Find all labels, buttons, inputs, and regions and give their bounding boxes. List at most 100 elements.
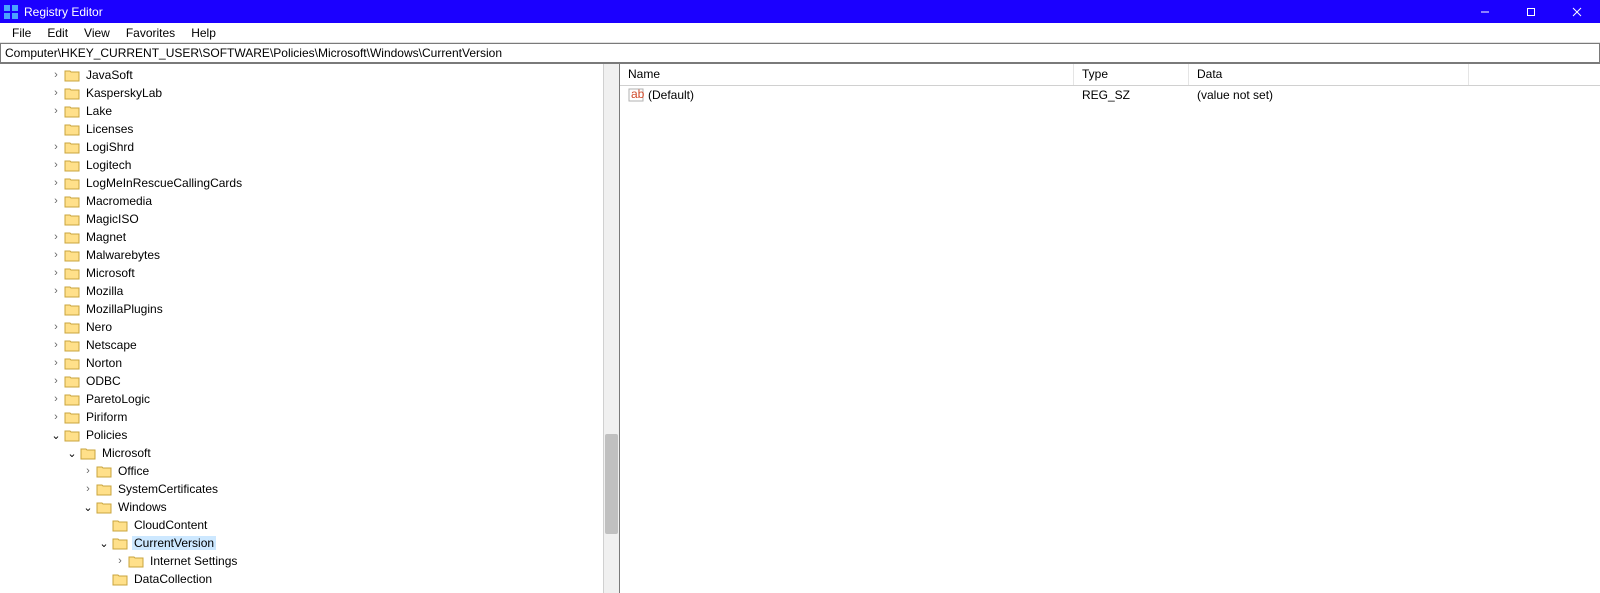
address-bar[interactable]: Computer\HKEY_CURRENT_USER\SOFTWARE\Poli… bbox=[0, 43, 1600, 63]
chevron-right-icon[interactable]: › bbox=[48, 228, 64, 246]
regedit-icon bbox=[4, 5, 18, 19]
tree-item-datacollection[interactable]: ·······DataCollection bbox=[0, 570, 603, 588]
chevron-right-icon[interactable]: › bbox=[80, 480, 96, 498]
chevron-down-icon[interactable]: ⌄ bbox=[96, 534, 112, 552]
tree-item-office[interactable]: ·····›Office bbox=[0, 462, 603, 480]
chevron-right-icon[interactable]: › bbox=[48, 138, 64, 156]
chevron-right-icon[interactable]: › bbox=[48, 192, 64, 210]
tree-label: Macromedia bbox=[84, 194, 154, 208]
tree-item-javasoft[interactable]: ···›JavaSoft bbox=[0, 66, 603, 84]
tree-item-nero[interactable]: ···›Nero bbox=[0, 318, 603, 336]
value-type: REG_SZ bbox=[1074, 88, 1189, 102]
chevron-right-icon[interactable]: › bbox=[48, 66, 64, 84]
close-button[interactable] bbox=[1554, 0, 1600, 23]
chevron-right-icon[interactable]: › bbox=[48, 390, 64, 408]
tree-scrollbar[interactable] bbox=[603, 64, 619, 593]
tree-item-policies-microsoft[interactable]: ····⌄Microsoft bbox=[0, 444, 603, 462]
tree-item-piriform[interactable]: ···›Piriform bbox=[0, 408, 603, 426]
tree-label: Magnet bbox=[84, 230, 128, 244]
folder-icon bbox=[96, 482, 112, 496]
tree-label: KasperskyLab bbox=[84, 86, 164, 100]
folder-icon bbox=[64, 212, 80, 226]
tree-item-norton[interactable]: ···›Norton bbox=[0, 354, 603, 372]
tree-item-malwarebytes[interactable]: ···›Malwarebytes bbox=[0, 246, 603, 264]
menu-file[interactable]: File bbox=[4, 24, 39, 42]
tree-label: Internet Settings bbox=[148, 554, 239, 568]
folder-icon bbox=[64, 410, 80, 424]
tree-item-paretologic[interactable]: ···›ParetoLogic bbox=[0, 390, 603, 408]
folder-icon bbox=[64, 68, 80, 82]
tree-item-currentversion[interactable]: ······⌄CurrentVersion bbox=[0, 534, 603, 552]
chevron-right-icon[interactable]: › bbox=[48, 318, 64, 336]
chevron-right-icon[interactable]: › bbox=[112, 552, 128, 570]
chevron-right-icon[interactable]: › bbox=[80, 462, 96, 480]
tree-item-systemcertificates[interactable]: ·····›SystemCertificates bbox=[0, 480, 603, 498]
chevron-right-icon[interactable]: › bbox=[48, 264, 64, 282]
values-list[interactable]: ab (Default) REG_SZ (value not set) bbox=[620, 86, 1600, 593]
tree-item-policies[interactable]: ···⌄Policies bbox=[0, 426, 603, 444]
chevron-right-icon[interactable]: › bbox=[48, 84, 64, 102]
column-header-name[interactable]: Name bbox=[620, 64, 1074, 85]
folder-icon bbox=[64, 86, 80, 100]
chevron-right-icon[interactable]: › bbox=[48, 372, 64, 390]
folder-icon bbox=[64, 104, 80, 118]
column-header-data[interactable]: Data bbox=[1189, 64, 1469, 85]
chevron-right-icon[interactable]: › bbox=[48, 156, 64, 174]
folder-icon bbox=[64, 248, 80, 262]
tree-item-logishrd[interactable]: ···›LogiShrd bbox=[0, 138, 603, 156]
tree-item-internetsettings[interactable]: ·······›Internet Settings bbox=[0, 552, 603, 570]
folder-icon bbox=[112, 536, 128, 550]
chevron-right-icon[interactable]: › bbox=[48, 102, 64, 120]
folder-icon bbox=[96, 500, 112, 514]
folder-icon bbox=[64, 140, 80, 154]
menu-edit[interactable]: Edit bbox=[39, 24, 76, 42]
tree-item-macromedia[interactable]: ···›Macromedia bbox=[0, 192, 603, 210]
tree-item-licenses[interactable]: ····Licenses bbox=[0, 120, 603, 138]
tree-item-netscape[interactable]: ···›Netscape bbox=[0, 336, 603, 354]
folder-icon bbox=[96, 464, 112, 478]
folder-icon bbox=[80, 446, 96, 460]
chevron-down-icon[interactable]: ⌄ bbox=[48, 426, 64, 444]
folder-icon bbox=[128, 554, 144, 568]
tree-label: LogMeInRescueCallingCards bbox=[84, 176, 244, 190]
menubar: File Edit View Favorites Help bbox=[0, 23, 1600, 43]
menu-view[interactable]: View bbox=[76, 24, 118, 42]
minimize-button[interactable] bbox=[1462, 0, 1508, 23]
tree-label: Microsoft bbox=[100, 446, 153, 460]
maximize-button[interactable] bbox=[1508, 0, 1554, 23]
chevron-right-icon[interactable]: › bbox=[48, 174, 64, 192]
chevron-right-icon[interactable]: › bbox=[48, 354, 64, 372]
tree-item-mozillaplugins[interactable]: ····MozillaPlugins bbox=[0, 300, 603, 318]
registry-tree[interactable]: ···›JavaSoft ···›KasperskyLab ···›Lake ·… bbox=[0, 64, 603, 593]
tree-item-cloudcontent[interactable]: ·······CloudContent bbox=[0, 516, 603, 534]
tree-pane: ···›JavaSoft ···›KasperskyLab ···›Lake ·… bbox=[0, 64, 620, 593]
string-value-icon: ab bbox=[628, 88, 644, 102]
column-header-type[interactable]: Type bbox=[1074, 64, 1189, 85]
value-row[interactable]: ab (Default) REG_SZ (value not set) bbox=[620, 86, 1600, 104]
menu-favorites[interactable]: Favorites bbox=[118, 24, 183, 42]
scrollbar-thumb[interactable] bbox=[605, 434, 618, 534]
tree-item-logitech[interactable]: ···›Logitech bbox=[0, 156, 603, 174]
chevron-right-icon[interactable]: › bbox=[48, 336, 64, 354]
tree-item-kasperskylab[interactable]: ···›KasperskyLab bbox=[0, 84, 603, 102]
chevron-right-icon[interactable]: › bbox=[48, 282, 64, 300]
tree-label: Netscape bbox=[84, 338, 139, 352]
chevron-right-icon[interactable]: › bbox=[48, 408, 64, 426]
tree-item-magnet[interactable]: ···›Magnet bbox=[0, 228, 603, 246]
chevron-down-icon[interactable]: ⌄ bbox=[64, 444, 80, 462]
tree-item-magiciso[interactable]: ····MagicISO bbox=[0, 210, 603, 228]
tree-label: Microsoft bbox=[84, 266, 137, 280]
chevron-right-icon[interactable]: › bbox=[48, 246, 64, 264]
chevron-down-icon[interactable]: ⌄ bbox=[80, 498, 96, 516]
tree-item-microsoft-sw[interactable]: ···›Microsoft bbox=[0, 264, 603, 282]
tree-item-lake[interactable]: ···›Lake bbox=[0, 102, 603, 120]
values-pane: Name Type Data ab (Default) REG_SZ (valu… bbox=[620, 64, 1600, 593]
tree-item-odbc[interactable]: ···›ODBC bbox=[0, 372, 603, 390]
tree-item-logmein[interactable]: ···›LogMeInRescueCallingCards bbox=[0, 174, 603, 192]
menu-help[interactable]: Help bbox=[183, 24, 224, 42]
value-data: (value not set) bbox=[1189, 88, 1469, 102]
folder-icon bbox=[64, 284, 80, 298]
tree-label: DataCollection bbox=[132, 572, 214, 586]
tree-item-windows[interactable]: ·····⌄Windows bbox=[0, 498, 603, 516]
tree-item-mozilla[interactable]: ···›Mozilla bbox=[0, 282, 603, 300]
